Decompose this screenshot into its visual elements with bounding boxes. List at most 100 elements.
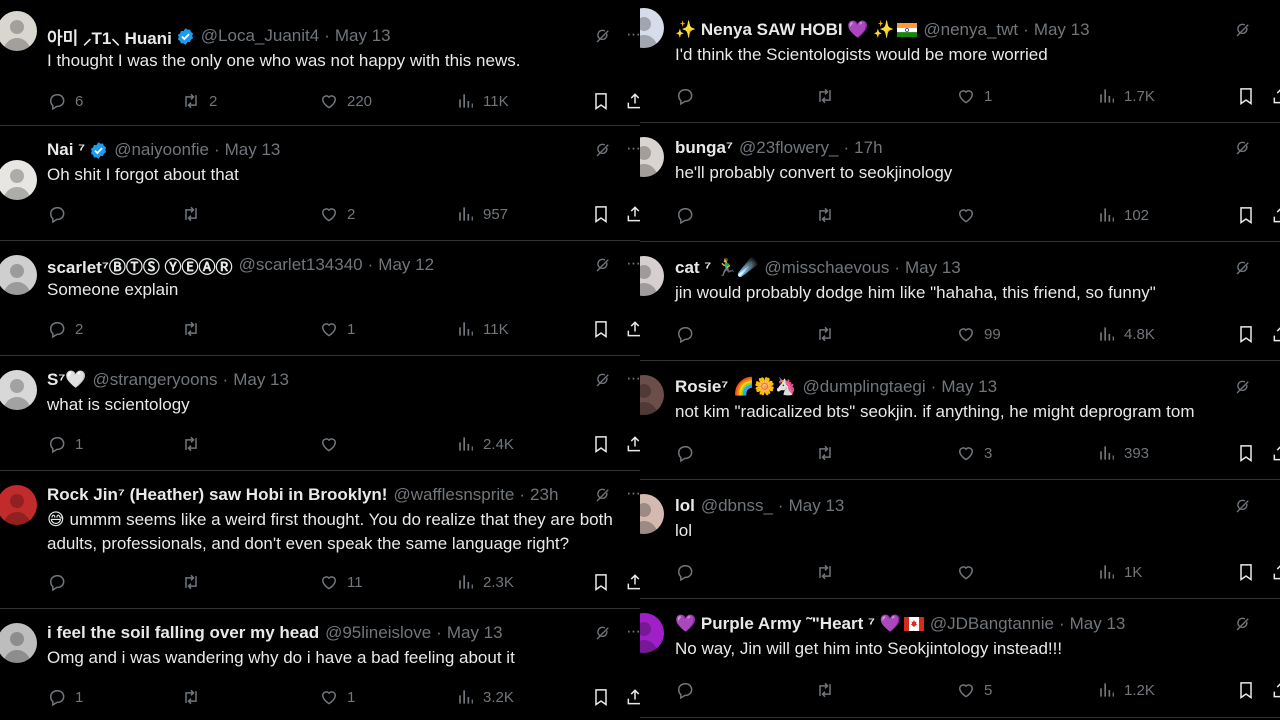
timestamp[interactable]: 17h — [854, 138, 882, 158]
tweet-left-3[interactable]: S⁷🤍 @strangeryoons · May 13 what is scientol… — [0, 356, 640, 471]
share-button[interactable] — [1271, 324, 1280, 344]
like-button[interactable]: 3 — [956, 443, 992, 463]
avatar[interactable] — [640, 137, 664, 177]
tweet-left-1[interactable]: Nai ⁷ @naiyoonfie · May 13 Oh shit I forgot … — [0, 126, 640, 241]
reply-button[interactable]: 1 — [47, 434, 83, 454]
share-button[interactable] — [625, 572, 640, 592]
views-button[interactable]: 1K — [1096, 562, 1142, 582]
tweet-right-2[interactable]: cat ⁷ 🏃‍♂️☄️ @misschaevous · May 13 jin woul… — [640, 242, 1280, 361]
bookmark-button[interactable] — [591, 319, 611, 339]
views-button[interactable]: 3.2K — [455, 687, 514, 707]
share-button[interactable] — [625, 434, 640, 454]
retweet-button[interactable] — [815, 680, 843, 700]
tweet-right-5[interactable]: 💜 Purple Army ˜"Heart ⁷ 💜 @JDBangtannie · M… — [640, 599, 1280, 718]
more-icon[interactable]: ··· — [626, 138, 640, 158]
handle[interactable]: @strangeryoons — [93, 370, 218, 390]
retweet-button[interactable]: 2 — [181, 91, 217, 111]
like-button[interactable]: 99 — [956, 324, 1001, 344]
avatar[interactable] — [0, 160, 37, 200]
like-button[interactable]: 5 — [956, 680, 992, 700]
avatar[interactable] — [640, 613, 664, 653]
tweet-right-0[interactable]: ✨ Nenya SAW HOBI 💜 ✨ @nenya_twt · May 13 I'd… — [640, 0, 1280, 123]
timestamp[interactable]: May 13 — [941, 377, 997, 397]
reply-button[interactable] — [675, 205, 703, 225]
like-button[interactable]: 1 — [956, 86, 992, 106]
more-icon[interactable]: ··· — [626, 253, 640, 273]
share-button[interactable] — [1271, 86, 1280, 106]
grok-icon[interactable] — [594, 256, 612, 274]
handle[interactable]: @naiyoonfie — [114, 140, 209, 160]
retweet-button[interactable] — [815, 324, 843, 344]
bookmark-button[interactable] — [591, 434, 611, 454]
bookmark-button[interactable] — [591, 687, 611, 707]
avatar[interactable] — [0, 623, 37, 663]
views-button[interactable]: 393 — [1096, 443, 1149, 463]
share-button[interactable] — [1271, 205, 1280, 225]
bookmark-button[interactable] — [591, 572, 611, 592]
retweet-button[interactable] — [815, 562, 843, 582]
grok-icon[interactable] — [1234, 378, 1252, 396]
avatar[interactable] — [640, 494, 664, 534]
bookmark-button[interactable] — [1236, 680, 1256, 700]
timestamp[interactable]: May 13 — [447, 623, 503, 643]
display-name[interactable]: i feel the soil falling over my head — [47, 623, 319, 643]
bookmark-button[interactable] — [1236, 443, 1256, 463]
views-button[interactable]: 11K — [455, 319, 509, 339]
timestamp[interactable]: May 12 — [378, 255, 434, 275]
reply-button[interactable]: 1 — [47, 687, 83, 707]
share-button[interactable] — [625, 91, 640, 111]
bookmark-button[interactable] — [591, 204, 611, 224]
retweet-button[interactable] — [181, 687, 209, 707]
grok-icon[interactable] — [594, 624, 612, 642]
handle[interactable]: @dumplingtaegi — [803, 377, 926, 397]
views-button[interactable]: 11K — [455, 91, 509, 111]
more-icon[interactable]: ··· — [626, 621, 640, 641]
views-button[interactable]: 102 — [1096, 205, 1149, 225]
avatar[interactable] — [640, 256, 664, 296]
avatar[interactable] — [0, 11, 37, 51]
tweet-left-2[interactable]: scarlet⁷ⒷⓉⓈ ⓎⒺⒶⓇ @scarlet134340 · May 12 Som… — [0, 241, 640, 356]
views-button[interactable]: 1.7K — [1096, 86, 1155, 106]
timestamp[interactable]: May 13 — [335, 26, 391, 46]
reply-button[interactable] — [675, 562, 703, 582]
display-name[interactable]: Nai ⁷ — [47, 140, 85, 160]
tweet-right-3[interactable]: Rosie⁷ 🌈🌼🦄 @dumplingtaegi · May 13 not kim "… — [640, 361, 1280, 480]
more-icon[interactable]: ··· — [626, 368, 640, 388]
views-button[interactable]: 4.8K — [1096, 324, 1155, 344]
more-icon[interactable]: ··· — [626, 24, 640, 44]
timestamp[interactable]: May 13 — [225, 140, 281, 160]
avatar[interactable] — [640, 8, 664, 48]
timestamp[interactable]: May 13 — [905, 258, 961, 278]
more-icon[interactable]: ··· — [626, 483, 640, 503]
retweet-button[interactable] — [181, 319, 209, 339]
timestamp[interactable]: May 13 — [1070, 614, 1126, 634]
avatar[interactable] — [0, 255, 37, 295]
share-button[interactable] — [1271, 443, 1280, 463]
handle[interactable]: @23flowery_ — [739, 138, 838, 158]
like-button[interactable]: 11 — [319, 572, 363, 592]
handle[interactable]: @scarlet134340 — [239, 255, 363, 275]
timestamp[interactable]: May 13 — [789, 496, 845, 516]
timestamp[interactable]: May 13 — [233, 370, 289, 390]
handle[interactable]: @dbnss_ — [701, 496, 773, 516]
display-name[interactable]: 💜 Purple Army ˜"Heart ⁷ 💜 — [675, 614, 901, 634]
retweet-button[interactable] — [181, 572, 209, 592]
handle[interactable]: @wafflesnsprite — [393, 485, 514, 505]
display-name[interactable]: bunga⁷ — [675, 138, 733, 158]
share-button[interactable] — [625, 319, 640, 339]
grok-icon[interactable] — [1234, 615, 1252, 633]
like-button[interactable]: 220 — [319, 91, 372, 111]
views-button[interactable]: 2.3K — [455, 572, 514, 592]
share-button[interactable] — [1271, 680, 1280, 700]
views-button[interactable]: 957 — [455, 204, 508, 224]
timestamp[interactable]: May 13 — [1034, 20, 1090, 40]
like-button[interactable] — [956, 205, 984, 225]
handle[interactable]: @JDBangtannie — [930, 614, 1054, 634]
display-name[interactable]: cat ⁷ 🏃‍♂️☄️ — [675, 258, 758, 278]
grok-icon[interactable] — [1234, 21, 1252, 39]
grok-icon[interactable] — [594, 371, 612, 389]
retweet-button[interactable] — [181, 204, 209, 224]
display-name[interactable]: lol — [675, 496, 695, 516]
avatar[interactable] — [0, 370, 37, 410]
grok-icon[interactable] — [594, 486, 612, 504]
